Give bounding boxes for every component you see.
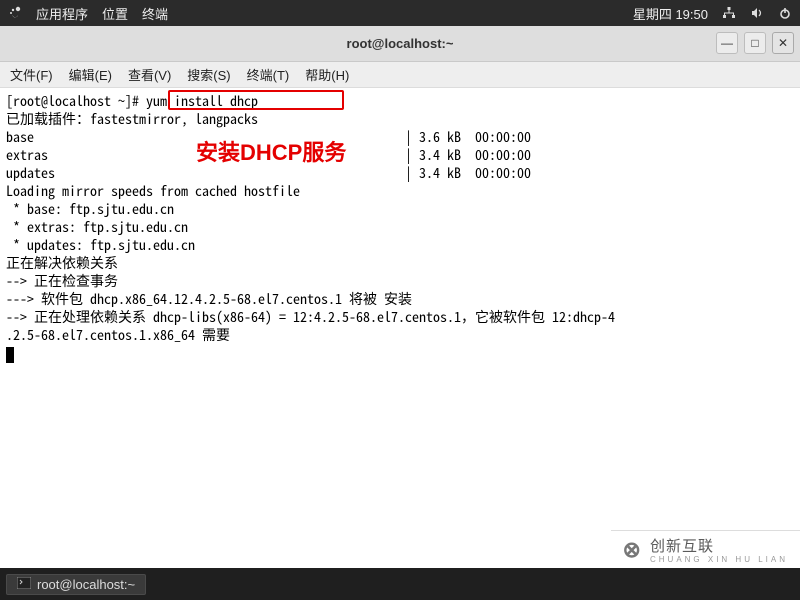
term-line: * extras: ftp.sjtu.edu.cn (6, 217, 188, 237)
menu-applications[interactable]: 应用程序 (36, 4, 88, 23)
gnome-taskbar: root@localhost:~ (0, 568, 800, 600)
term-line: ---> 软件包 dhcp.x86_64.12.4.2.5-68.el7.cen… (6, 289, 412, 309)
menu-edit[interactable]: 编辑(E) (69, 65, 112, 84)
term-line: 正在解决依赖关系 (6, 253, 118, 273)
menu-terminal[interactable]: 终端 (142, 4, 168, 23)
menu-places[interactable]: 位置 (102, 4, 128, 23)
terminal-viewport[interactable]: [root@localhost ~]# yum install dhcp 已加载… (0, 88, 800, 568)
term-line: --> 正在处理依赖关系 dhcp-libs(x86-64) = 12:4.2.… (6, 307, 615, 327)
terminal-menubar: 文件(F) 编辑(E) 查看(V) 搜索(S) 终端(T) 帮助(H) (0, 62, 800, 88)
power-icon[interactable] (778, 6, 792, 20)
menu-search[interactable]: 搜索(S) (187, 65, 230, 84)
maximize-button[interactable]: □ (744, 32, 766, 54)
term-line: Loading mirror speeds from cached hostfi… (6, 181, 300, 201)
menu-view[interactable]: 查看(V) (128, 65, 171, 84)
taskbar-item-terminal[interactable]: root@localhost:~ (6, 574, 146, 595)
watermark-logo-icon: ⊗ (623, 537, 642, 563)
annotation-text: 安装DHCP服务 (196, 144, 346, 162)
gnome-topbar: 应用程序 位置 终端 星期四 19:50 (0, 0, 800, 26)
terminal-window: root@localhost:~ — □ ✕ 文件(F) 编辑(E) 查看(V)… (0, 26, 800, 568)
term-line: * updates: ftp.sjtu.edu.cn (6, 235, 195, 255)
minimize-button[interactable]: — (716, 32, 738, 54)
term-line: * base: ftp.sjtu.edu.cn (6, 199, 174, 219)
window-title: root@localhost:~ (347, 36, 454, 51)
menu-file[interactable]: 文件(F) (10, 65, 53, 84)
gnome-logo-icon (8, 6, 22, 20)
menu-terminal[interactable]: 终端(T) (247, 65, 290, 84)
menu-help[interactable]: 帮助(H) (305, 65, 349, 84)
term-line: --> 正在检查事务 (6, 271, 118, 291)
term-line: 已加载插件：fastestmirror, langpacks (6, 109, 258, 129)
terminal-cursor (6, 347, 14, 363)
taskbar-item-label: root@localhost:~ (37, 577, 135, 592)
watermark-sub: CHUANG XIN HU LIAN (650, 556, 788, 564)
watermark-brand: 创新互联 (650, 538, 714, 555)
term-prompt: [root@localhost ~]# (6, 91, 146, 111)
watermark: ⊗ 创新互联 CHUANG XIN HU LIAN (611, 530, 800, 568)
term-line: updates | 3.4 kB 00:00:00 (6, 163, 531, 183)
clock-label[interactable]: 星期四 19:50 (633, 4, 708, 23)
volume-icon[interactable] (750, 6, 764, 20)
term-line: .2.5-68.el7.centos.1.x86_64 需要 (6, 325, 230, 345)
term-command: yum install dhcp (146, 91, 258, 111)
terminal-icon (17, 577, 31, 592)
network-icon[interactable] (722, 6, 736, 20)
window-titlebar: root@localhost:~ — □ ✕ (0, 26, 800, 62)
close-button[interactable]: ✕ (772, 32, 794, 54)
